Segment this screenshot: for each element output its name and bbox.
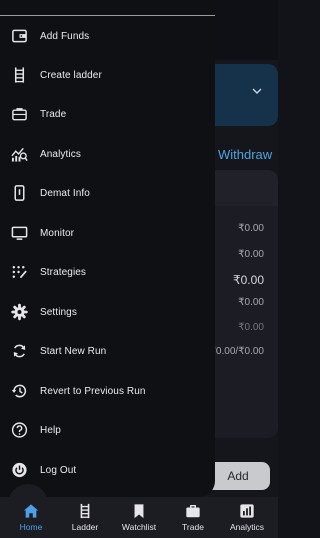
menu-item-label: Settings bbox=[40, 306, 77, 318]
menu-item-log-out[interactable]: Log Out bbox=[0, 452, 215, 488]
menu-item-label: Log Out bbox=[40, 464, 77, 476]
briefcase-icon bbox=[11, 106, 28, 123]
menu-item-help[interactable]: Help bbox=[0, 412, 215, 448]
home-icon bbox=[23, 504, 39, 518]
nav-tab-ladder[interactable]: Ladder bbox=[58, 497, 112, 538]
nav-tab-label: Trade bbox=[182, 522, 204, 532]
refresh-icon bbox=[11, 343, 28, 360]
menu-item-demat-info[interactable]: Demat Info bbox=[0, 175, 215, 211]
menu-item-strategies[interactable]: Strategies bbox=[0, 254, 215, 290]
menu-item-trade[interactable]: Trade bbox=[0, 96, 215, 132]
ladder-icon bbox=[11, 67, 28, 84]
balance-value: ₹0.00 bbox=[238, 322, 264, 333]
balance-value: ₹0.00/₹0.00 bbox=[209, 346, 264, 357]
strategies-icon bbox=[11, 264, 28, 281]
nav-tab-home[interactable]: Home bbox=[4, 497, 58, 538]
menu-item-label: Analytics bbox=[40, 148, 81, 160]
balance-value: ₹0.00 bbox=[238, 249, 264, 260]
chevron-down-icon[interactable] bbox=[252, 86, 262, 96]
power-icon bbox=[11, 462, 28, 479]
menu-item-label: Trade bbox=[40, 108, 67, 120]
balance-value: ₹0.00 bbox=[238, 223, 264, 234]
briefcase-icon bbox=[186, 504, 200, 518]
add-button[interactable]: Add bbox=[206, 462, 270, 490]
history-icon bbox=[11, 383, 28, 400]
menu-item-label: Demat Info bbox=[40, 187, 90, 199]
menu-item-label: Start New Run bbox=[40, 345, 107, 357]
menu-item-create-ladder[interactable]: Create ladder bbox=[0, 57, 215, 93]
menu-item-label: Strategies bbox=[40, 266, 87, 278]
monitor-icon bbox=[11, 225, 28, 242]
menu-item-label: Revert to Previous Run bbox=[40, 385, 146, 397]
balance-value: ₹0.00 bbox=[233, 273, 264, 287]
menu-item-label: Monitor bbox=[40, 227, 75, 239]
gear-icon bbox=[11, 303, 28, 321]
nav-tab-label: Analytics bbox=[229, 522, 264, 532]
bookmark-icon bbox=[134, 504, 144, 519]
nav-tab-label: Watchlist bbox=[121, 522, 157, 532]
bottom-navigation: Home Ladder Watchlist Trade Analytics bbox=[0, 497, 278, 538]
nav-tab-label: Home bbox=[19, 522, 43, 532]
menu-item-add-funds[interactable]: Add Funds bbox=[0, 18, 215, 54]
withdraw-link[interactable]: Withdraw bbox=[218, 147, 272, 162]
drawer-divider bbox=[0, 15, 215, 16]
nav-tab-analytics[interactable]: Analytics bbox=[220, 497, 274, 538]
balance-value: ₹0.00 bbox=[238, 297, 264, 308]
analytics-icon bbox=[240, 504, 254, 518]
menu-item-revert-to-previous-run[interactable]: Revert to Previous Run bbox=[0, 373, 215, 409]
menu-item-start-new-run[interactable]: Start New Run bbox=[0, 333, 215, 369]
nav-tab-watchlist[interactable]: Watchlist bbox=[112, 497, 166, 538]
phone-icon bbox=[11, 185, 28, 202]
nav-tab-label: Ladder bbox=[71, 522, 99, 532]
ladder-icon bbox=[80, 503, 90, 519]
wallet-icon bbox=[11, 28, 28, 45]
menu-item-label: Add Funds bbox=[40, 30, 90, 42]
menu-item-label: Create ladder bbox=[40, 69, 102, 81]
analytics-icon bbox=[11, 146, 28, 163]
nav-tab-trade[interactable]: Trade bbox=[166, 497, 220, 538]
menu-item-label: Help bbox=[40, 424, 61, 436]
help-icon bbox=[11, 422, 28, 439]
navigation-drawer: Add Funds Create ladder Trade Analytics … bbox=[0, 0, 215, 497]
menu-item-settings[interactable]: Settings bbox=[0, 294, 215, 330]
menu-item-analytics[interactable]: Analytics bbox=[0, 136, 215, 172]
menu-item-monitor[interactable]: Monitor bbox=[0, 215, 215, 251]
